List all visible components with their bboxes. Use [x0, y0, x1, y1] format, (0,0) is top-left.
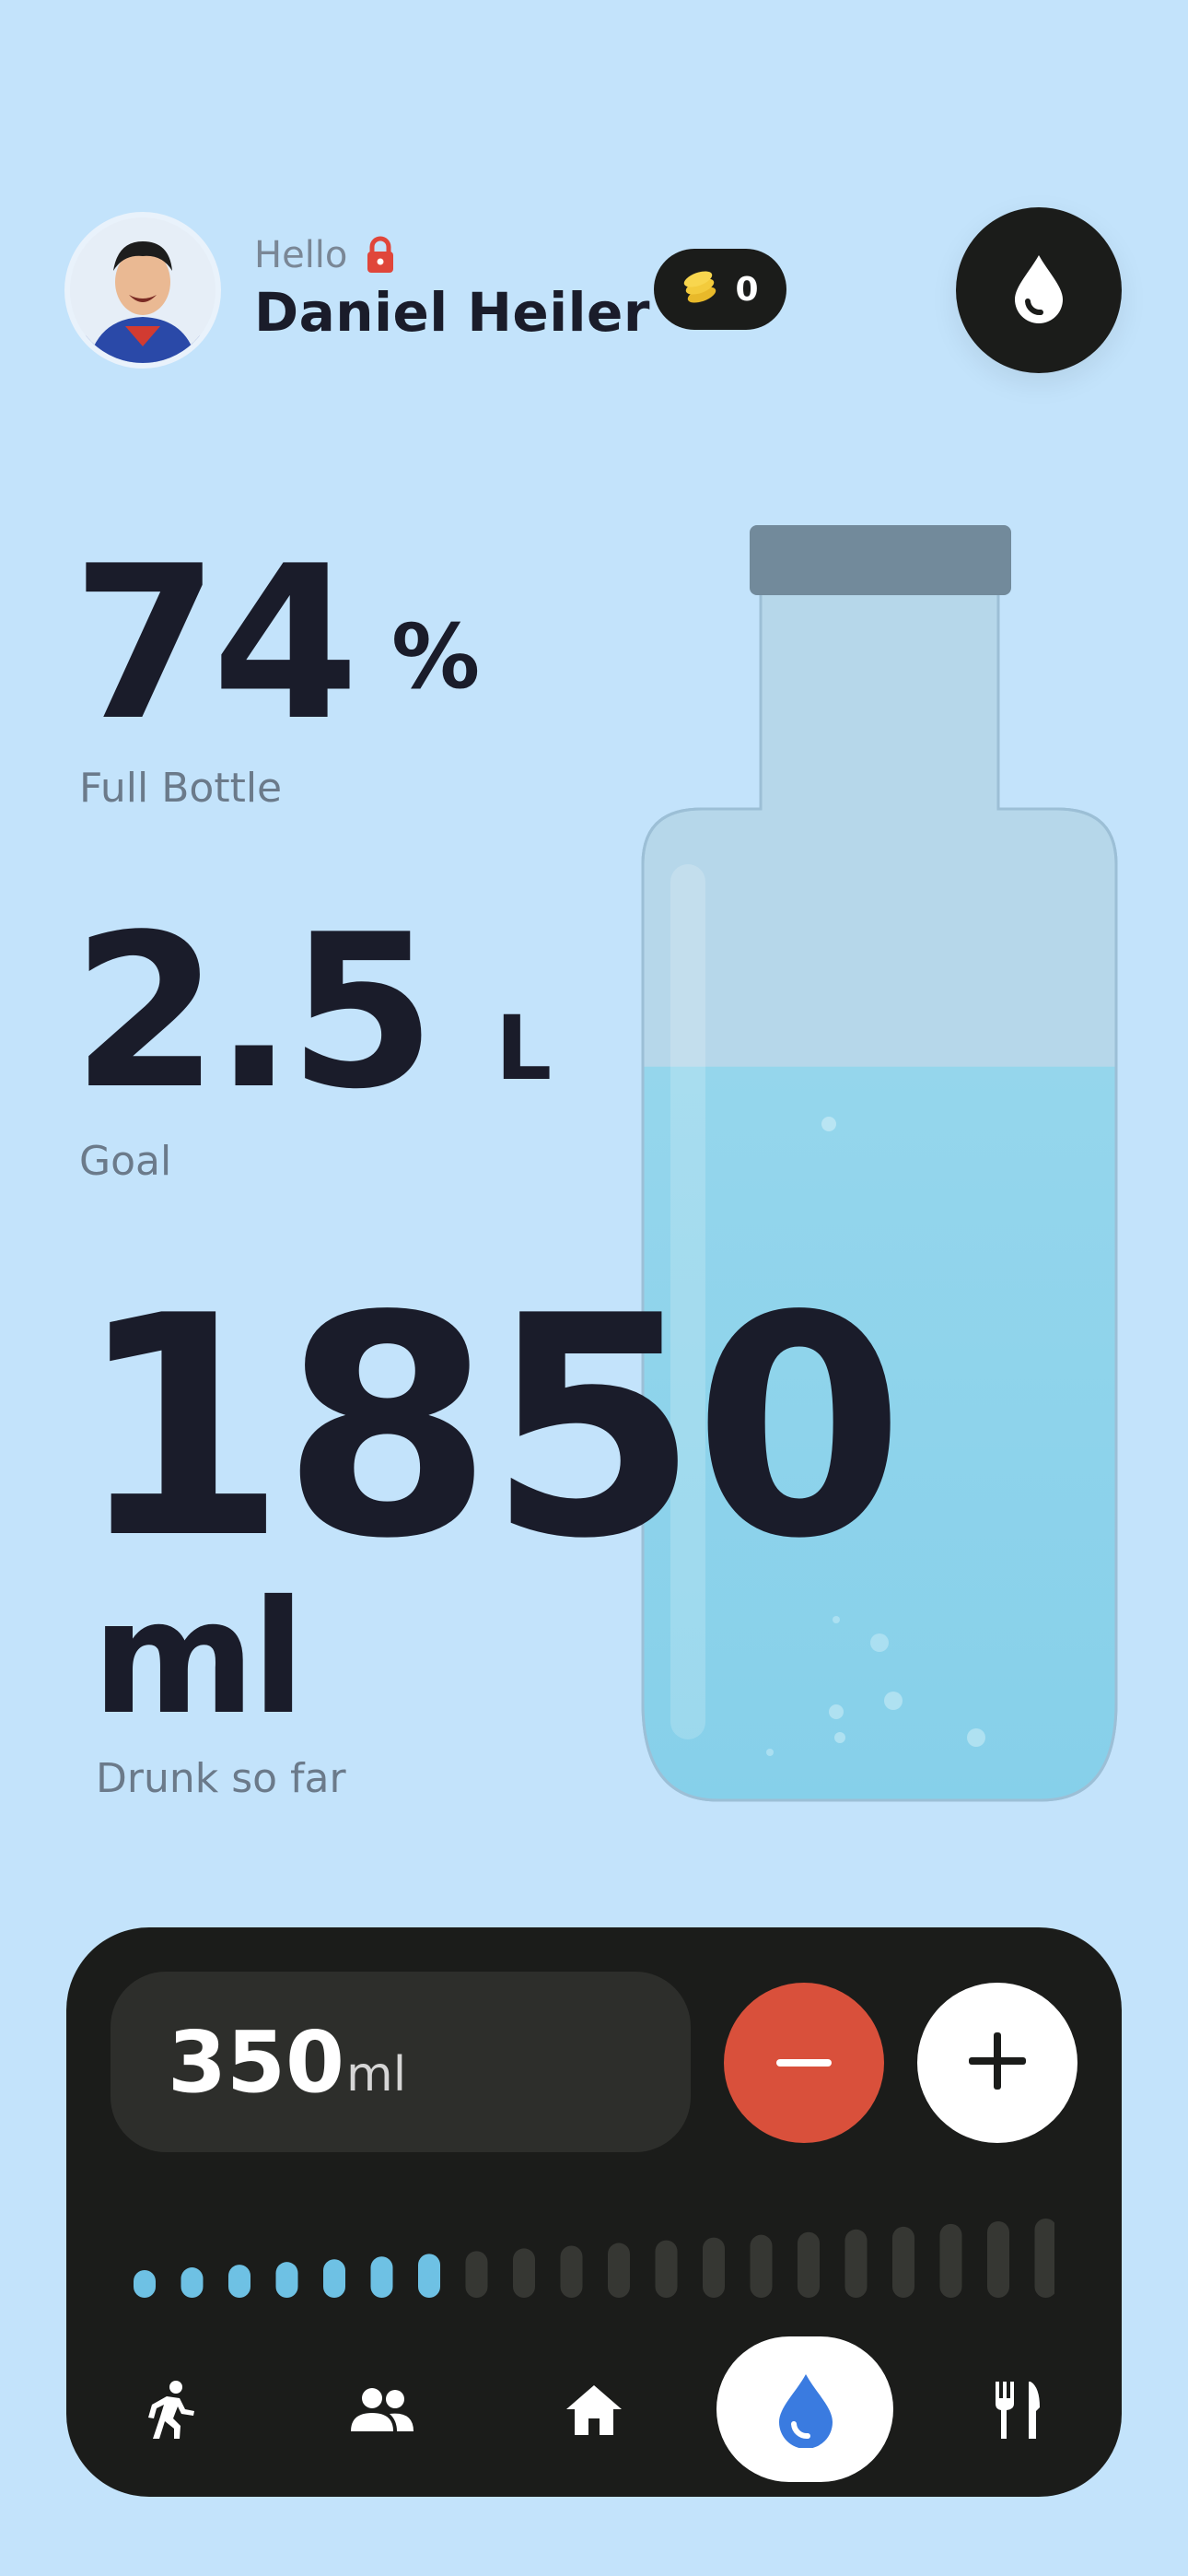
coins-icon	[681, 269, 724, 310]
goal-label: Goal	[79, 1138, 172, 1185]
level-bar-empty[interactable]	[750, 2234, 773, 2298]
increase-button[interactable]	[917, 1983, 1077, 2143]
fork-knife-icon	[992, 2380, 1043, 2444]
coins-count: 0	[735, 270, 759, 309]
level-bar-filled[interactable]	[181, 2267, 204, 2298]
nav-food[interactable]	[930, 2338, 1105, 2486]
decrease-button[interactable]	[724, 1983, 884, 2143]
level-bar-empty[interactable]	[608, 2242, 630, 2298]
water-drop-icon	[775, 2372, 836, 2452]
nav-social[interactable]	[295, 2338, 470, 2486]
level-bar-empty[interactable]	[798, 2231, 820, 2298]
avatar[interactable]	[64, 212, 221, 369]
level-bar-filled[interactable]	[275, 2262, 298, 2298]
level-bar-empty[interactable]	[655, 2240, 678, 2298]
home-icon	[565, 2383, 623, 2441]
coins-badge[interactable]: 0	[654, 249, 786, 330]
nav-activity[interactable]	[83, 2338, 258, 2486]
level-bar-empty[interactable]	[892, 2226, 914, 2298]
level-bar-empty[interactable]	[703, 2237, 725, 2298]
level-bar-empty[interactable]	[1034, 2219, 1057, 2298]
level-bar-filled[interactable]	[134, 2270, 156, 2298]
level-bar-empty[interactable]	[939, 2223, 962, 2298]
percent-unit: %	[391, 605, 481, 708]
amount-unit: ml	[346, 2047, 407, 2102]
level-bar-filled[interactable]	[370, 2256, 393, 2298]
running-icon	[143, 2380, 198, 2444]
drunk-value: 1850	[76, 1251, 904, 1605]
level-bar-filled[interactable]	[228, 2265, 250, 2298]
amount-display[interactable]: 350 ml	[111, 1972, 691, 2152]
nav-water[interactable]	[718, 2338, 893, 2486]
water-drop-button[interactable]	[956, 207, 1122, 373]
water-bottle	[635, 523, 1124, 1817]
goal-unit: L	[495, 997, 553, 1100]
level-bar-empty[interactable]	[987, 2220, 1009, 2298]
greeting: Hello	[254, 234, 348, 276]
level-bar-empty[interactable]	[844, 2229, 868, 2298]
level-bar-empty[interactable]	[465, 2251, 488, 2298]
people-icon	[349, 2387, 415, 2437]
user-name: Daniel Heiler	[254, 281, 650, 344]
amount-value: 350	[168, 2012, 345, 2112]
minus-icon	[776, 2055, 832, 2072]
water-drop-icon	[1009, 252, 1068, 329]
level-bars	[134, 2219, 1057, 2298]
drunk-label: Drunk so far	[96, 1755, 346, 1802]
level-bar-filled[interactable]	[418, 2254, 440, 2298]
level-bar-filled[interactable]	[323, 2259, 345, 2298]
goal-value: 2.5	[72, 890, 436, 1136]
lock-icon	[365, 236, 396, 278]
nav-home[interactable]	[507, 2338, 681, 2486]
percent-value: 74	[72, 521, 359, 767]
level-bar-empty[interactable]	[513, 2248, 535, 2298]
intake-level-slider[interactable]	[134, 2211, 1057, 2300]
percent-label: Full Bottle	[79, 765, 283, 812]
drunk-unit: ml	[92, 1567, 305, 1750]
plus-icon	[969, 2032, 1026, 2093]
level-bar-empty[interactable]	[560, 2245, 583, 2298]
